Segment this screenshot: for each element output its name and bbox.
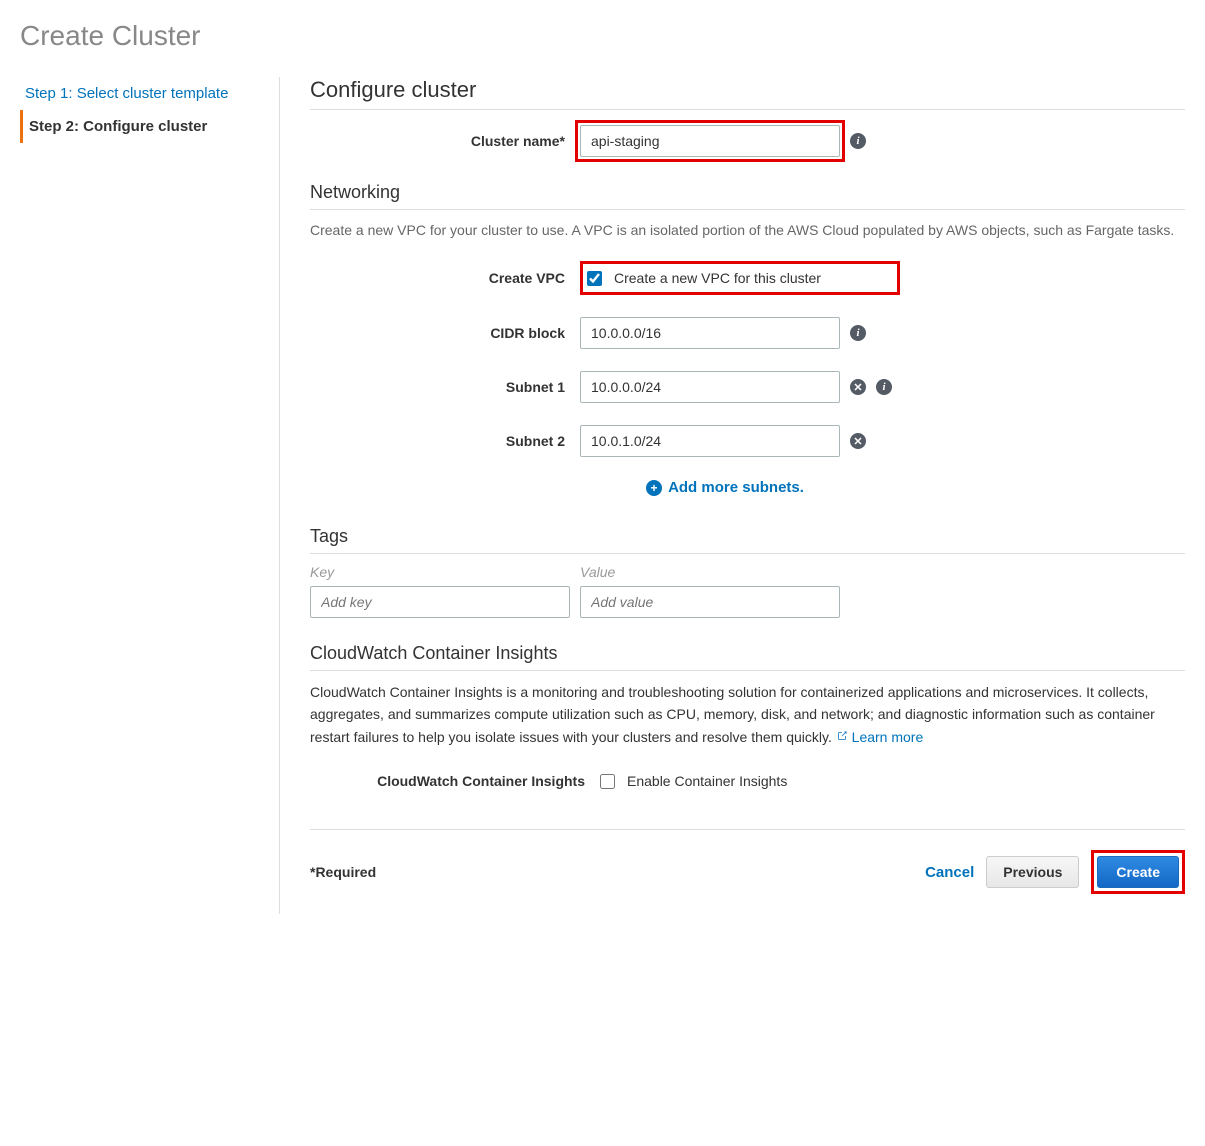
- configure-cluster-heading: Configure cluster: [310, 77, 1185, 110]
- create-vpc-label: Create VPC: [310, 270, 580, 286]
- page-title: Create Cluster: [20, 20, 1185, 52]
- remove-icon[interactable]: ✕: [850, 433, 866, 449]
- networking-description: Create a new VPC for your cluster to use…: [310, 220, 1185, 241]
- tag-value-input[interactable]: [580, 586, 840, 618]
- step-1-link[interactable]: Step 1: Select cluster template: [20, 77, 269, 110]
- add-more-subnets-button[interactable]: + Add more subnets.: [595, 479, 855, 496]
- cluster-name-label: Cluster name*: [310, 133, 580, 149]
- subnet-1-input[interactable]: [580, 371, 840, 403]
- wizard-steps-sidebar: Step 1: Select cluster template Step 2: …: [20, 77, 280, 914]
- tag-key-header: Key: [310, 564, 570, 580]
- learn-more-link[interactable]: Learn more: [852, 729, 924, 745]
- cancel-button[interactable]: Cancel: [925, 864, 974, 881]
- step-1-label[interactable]: Step 1: Select cluster template: [25, 85, 228, 102]
- subnet-1-label: Subnet 1: [310, 379, 580, 395]
- networking-heading: Networking: [310, 182, 1185, 210]
- enable-container-insights-checkbox[interactable]: [600, 774, 615, 789]
- tag-value-header: Value: [580, 564, 1185, 580]
- cidr-block-input[interactable]: [580, 317, 840, 349]
- cluster-name-input[interactable]: [580, 125, 840, 157]
- insights-checkbox-section-label: CloudWatch Container Insights: [310, 773, 600, 789]
- info-icon[interactable]: i: [850, 133, 866, 149]
- previous-button[interactable]: Previous: [986, 856, 1079, 888]
- tag-key-input[interactable]: [310, 586, 570, 618]
- external-link-icon: [836, 730, 848, 742]
- subnet-2-input[interactable]: [580, 425, 840, 457]
- enable-container-insights-label: Enable Container Insights: [627, 773, 787, 789]
- insights-description: CloudWatch Container Insights is a monit…: [310, 681, 1185, 748]
- tags-heading: Tags: [310, 526, 1185, 554]
- insights-heading: CloudWatch Container Insights: [310, 643, 1185, 671]
- remove-icon[interactable]: ✕: [850, 379, 866, 395]
- add-more-subnets-label: Add more subnets.: [668, 479, 804, 496]
- create-vpc-checkbox[interactable]: [587, 271, 602, 286]
- step-2-active: Step 2: Configure cluster: [20, 110, 269, 143]
- required-note: *Required: [310, 864, 376, 880]
- create-vpc-checkbox-label: Create a new VPC for this cluster: [614, 270, 821, 286]
- subnet-2-label: Subnet 2: [310, 433, 580, 449]
- info-icon[interactable]: i: [850, 325, 866, 341]
- info-icon[interactable]: i: [876, 379, 892, 395]
- create-button[interactable]: Create: [1097, 856, 1179, 888]
- cidr-block-label: CIDR block: [310, 325, 580, 341]
- plus-icon: +: [646, 480, 662, 496]
